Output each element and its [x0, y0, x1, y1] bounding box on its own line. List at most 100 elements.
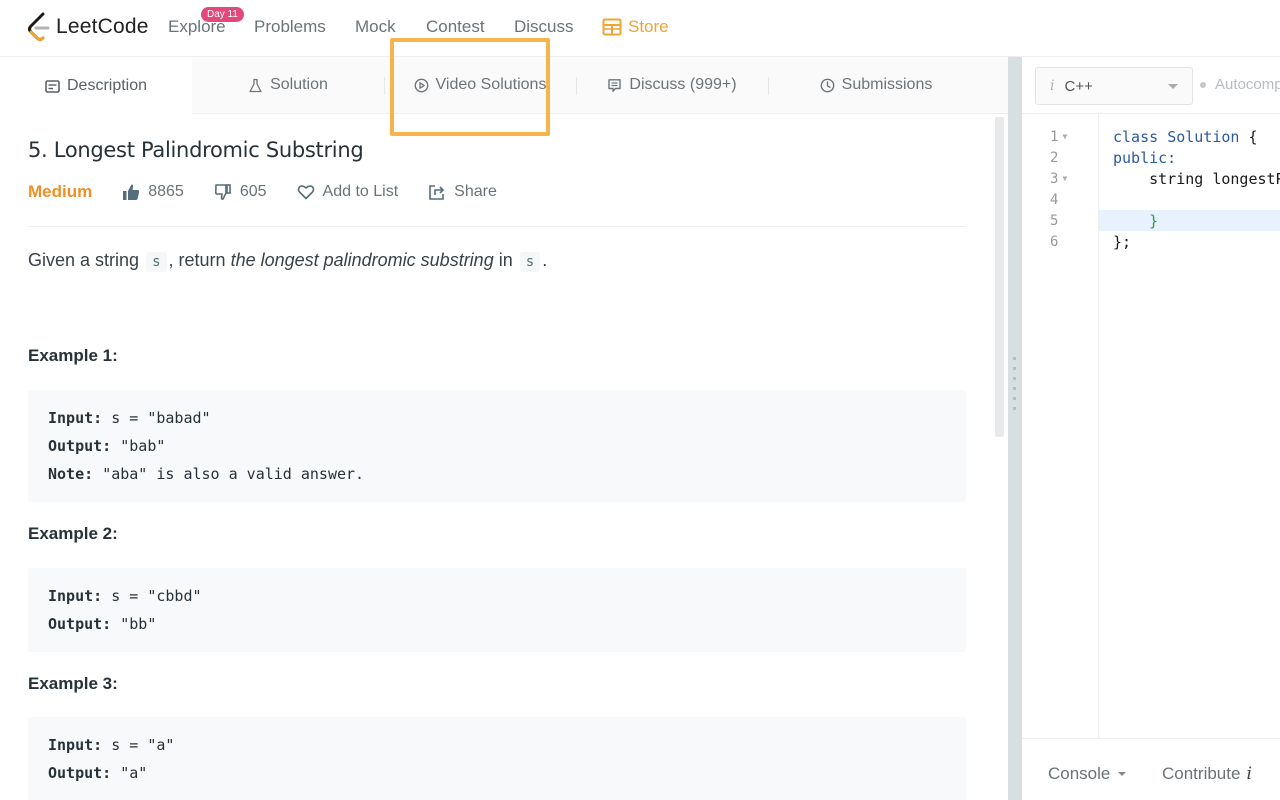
flask-icon [249, 78, 262, 92]
description-scrollbar-thumb[interactable] [995, 117, 1004, 437]
grip-dot [1013, 367, 1016, 370]
logo-text: LeetCode [56, 15, 149, 38]
like-count: 8865 [148, 183, 184, 200]
nav-store-label: Store [628, 17, 669, 36]
statement-text: , return [168, 250, 226, 270]
info-icon: i [1246, 764, 1252, 784]
share-icon [429, 185, 445, 200]
nav-store[interactable]: Store [602, 17, 669, 37]
input-label: Input: [48, 409, 103, 427]
autocomplete-toggle[interactable]: Autocomplete [1200, 76, 1280, 93]
add-to-list-label: Add to List [322, 183, 399, 200]
line-number: 4 [1050, 192, 1059, 208]
tab-solution[interactable]: Solution [192, 57, 384, 113]
example-title: Example 3: [28, 674, 118, 693]
tab-submissions-label: Submissions [841, 76, 933, 93]
tab-discuss-label: Discuss (999+) [629, 76, 737, 93]
tab-submissions[interactable]: Submissions [768, 57, 984, 113]
inline-code: s [519, 252, 541, 272]
problem-title: 5. Longest Palindromic Substring [28, 138, 364, 162]
store-icon [602, 18, 622, 36]
chevron-down-icon [1168, 84, 1178, 89]
example-block: Input: s = "cbbd" Output: "bb" [28, 568, 966, 652]
line-number: 3 ▼ [1050, 171, 1068, 187]
console-button[interactable]: Console [1048, 764, 1127, 784]
line-number: 2 [1050, 150, 1059, 166]
like-button[interactable]: 8865 [122, 183, 184, 201]
output-label: Output: [48, 764, 112, 782]
example-title: Example 1: [28, 346, 118, 365]
input-value: s = "babad" [111, 409, 211, 427]
fold-arrow-icon: ▼ [1062, 174, 1068, 183]
toggle-dot-icon [1200, 81, 1206, 88]
contribute-button[interactable]: Contribute i [1162, 764, 1252, 784]
note-label: Note: [48, 465, 94, 483]
console-label: Console [1048, 764, 1111, 783]
dislike-button[interactable]: 605 [214, 183, 267, 201]
heart-icon [297, 185, 314, 200]
add-to-list-button[interactable]: Add to List [297, 183, 399, 201]
description-icon [45, 79, 60, 93]
statement-emphasis: the longest palindromic substring [230, 250, 494, 270]
example-input: Input: s = "babad" [48, 404, 946, 432]
grip-dot [1013, 357, 1016, 360]
grip-dot [1013, 397, 1016, 400]
tab-solution-label: Solution [270, 76, 328, 93]
comment-icon [608, 78, 622, 92]
code-line: }; [1113, 233, 1132, 251]
fold-arrow-icon: ▼ [1062, 132, 1068, 141]
output-label: Output: [48, 615, 112, 633]
divider [28, 226, 966, 227]
caret-down-icon [1118, 772, 1127, 776]
line-number: 6 [1050, 234, 1059, 250]
grip-dot [1013, 387, 1016, 390]
leetcode-logo-icon [28, 12, 50, 41]
day-badge: Day 11 [201, 7, 244, 22]
problem-description: 5. Longest Palindromic Substring Medium … [0, 114, 992, 800]
top-navigation: LeetCode Explore Day 11 Problems Mock Co… [0, 0, 1280, 57]
example-output: Output: "bb" [48, 610, 946, 638]
statement-text: . [542, 250, 548, 270]
tab-discuss[interactable]: Discuss (999+) [576, 57, 768, 113]
output-value: "bab" [120, 437, 166, 455]
output-value: "bb" [120, 615, 157, 633]
example-input: Input: s = "a" [48, 731, 946, 759]
nav-discuss[interactable]: Discuss [514, 17, 574, 37]
nav-contest[interactable]: Contest [426, 17, 485, 37]
example-input: Input: s = "cbbd" [48, 582, 946, 610]
note-value: "aba" is also a valid answer. [102, 465, 365, 483]
input-value: s = "cbbd" [111, 587, 202, 605]
problem-statement: Given a string s , return the longest pal… [28, 250, 547, 272]
input-value: s = "a" [111, 736, 175, 754]
nav-mock[interactable]: Mock [355, 17, 396, 37]
language-label: C++ [1064, 77, 1093, 95]
contribute-label: Contribute [1162, 764, 1241, 783]
example-output: Output: "a" [48, 759, 946, 787]
tab-description[interactable]: Description [0, 57, 192, 115]
nav-problems[interactable]: Problems [254, 17, 326, 37]
example-note: Note: "aba" is also a valid answer. [48, 460, 946, 488]
tab-description-label: Description [66, 77, 148, 94]
code-line: } [1113, 212, 1159, 230]
grip-dot [1013, 407, 1016, 410]
input-label: Input: [48, 587, 103, 605]
clock-icon [820, 78, 835, 92]
language-select[interactable]: i C++ [1035, 67, 1193, 105]
example-block: Input: s = "babad" Output: "bab" Note: "… [28, 390, 966, 502]
dislike-count: 605 [239, 183, 267, 200]
grip-dot [1013, 377, 1016, 380]
statement-text: Given a string [28, 250, 140, 270]
panel-resize-handle[interactable] [1008, 57, 1022, 800]
info-icon: i [1050, 78, 1055, 94]
code-line: class Solution { [1113, 128, 1258, 146]
output-value: "a" [120, 764, 148, 782]
example-title: Example 2: [28, 524, 118, 543]
line-number: 5 [1050, 213, 1059, 229]
example-block: Input: s = "a" Output: "a" [28, 717, 966, 800]
code-line: public: [1113, 149, 1177, 167]
logo[interactable]: LeetCode [26, 12, 149, 42]
example-output: Output: "bab" [48, 432, 946, 460]
share-button[interactable]: Share [428, 183, 497, 201]
autocomplete-label: Autocomplete [1215, 76, 1280, 93]
input-label: Input: [48, 736, 103, 754]
